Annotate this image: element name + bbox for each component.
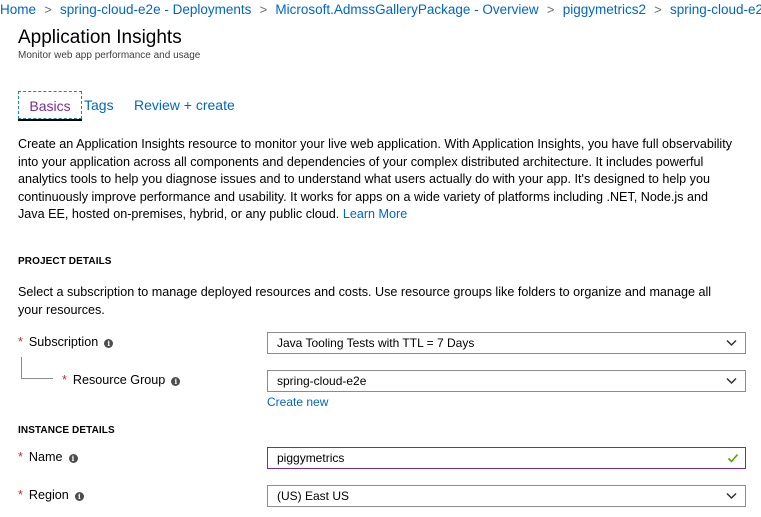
name-label: * Name i xyxy=(18,449,78,465)
required-marker: * xyxy=(18,488,23,502)
description: Create an Application Insights resource … xyxy=(18,136,738,224)
breadcrumb-deployments[interactable]: spring-cloud-e2e - Deployments xyxy=(60,2,251,17)
name-input[interactable]: piggymetrics xyxy=(267,447,746,469)
page-title: Application Insights xyxy=(18,27,182,48)
breadcrumb-separator: > xyxy=(44,2,52,17)
region-label: * Region i xyxy=(18,487,84,503)
info-icon[interactable]: i xyxy=(104,339,114,348)
info-icon[interactable]: i xyxy=(74,492,84,501)
chevron-down-icon xyxy=(726,377,737,385)
project-details-text: Select a subscription to manage deployed… xyxy=(18,285,712,317)
subscription-label: * Subscription i xyxy=(18,334,114,350)
tree-connector-horizontal xyxy=(21,378,53,379)
breadcrumb-piggymetrics2[interactable]: piggymetrics2 xyxy=(563,2,646,17)
required-marker: * xyxy=(18,450,23,464)
breadcrumb-separator: > xyxy=(654,2,662,17)
subscription-dropdown[interactable]: Java Tooling Tests with TTL = 7 Days xyxy=(267,332,746,354)
chevron-down-icon xyxy=(726,339,737,347)
name-value: piggymetrics xyxy=(277,451,345,465)
region-dropdown[interactable]: (US) East US xyxy=(267,485,746,507)
breadcrumb-home[interactable]: Home xyxy=(0,2,36,17)
create-new-link[interactable]: Create new xyxy=(267,395,328,409)
resource-group-label: * Resource Group i xyxy=(62,372,181,388)
resource-group-label-text: Resource Group xyxy=(72,373,166,387)
active-tab-indicator xyxy=(18,119,82,121)
resource-group-value: spring-cloud-e2e xyxy=(277,374,367,388)
breadcrumb: Home > spring-cloud-e2e - Deployments > Micr… xyxy=(0,0,761,20)
required-marker: * xyxy=(62,373,67,387)
info-icon[interactable]: i xyxy=(171,377,181,386)
tab-review-create[interactable]: Review + create xyxy=(134,91,235,119)
instance-details-heading: INSTANCE DETAILS xyxy=(18,425,115,436)
learn-more-link[interactable]: Learn More xyxy=(343,207,407,221)
subscription-value: Java Tooling Tests with TTL = 7 Days xyxy=(277,336,475,350)
subscription-label-text: Subscription xyxy=(28,335,99,349)
breadcrumb-gallery-package[interactable]: Microsoft.AdmssGalleryPackage - Overview xyxy=(275,2,538,17)
tree-connector-vertical xyxy=(21,357,22,379)
tab-tags[interactable]: Tags xyxy=(84,91,114,119)
chevron-down-icon xyxy=(726,492,737,500)
name-label-text: Name xyxy=(28,450,63,464)
page-subtitle: Monitor web app performance and usage xyxy=(18,50,201,61)
region-label-text: Region xyxy=(28,488,69,502)
region-value: (US) East US xyxy=(277,489,350,503)
project-details-heading: PROJECT DETAILS xyxy=(18,256,112,267)
breadcrumb-separator: > xyxy=(259,2,268,17)
resource-group-dropdown[interactable]: spring-cloud-e2e xyxy=(267,370,746,392)
breadcrumb-spring-cloud-e2e[interactable]: spring-cloud-e2e xyxy=(670,2,761,17)
info-icon[interactable]: i xyxy=(68,454,78,463)
checkmark-icon xyxy=(727,453,739,463)
tab-basics[interactable]: Basics xyxy=(18,91,82,119)
required-marker: * xyxy=(18,335,23,349)
breadcrumb-separator: > xyxy=(546,2,555,17)
